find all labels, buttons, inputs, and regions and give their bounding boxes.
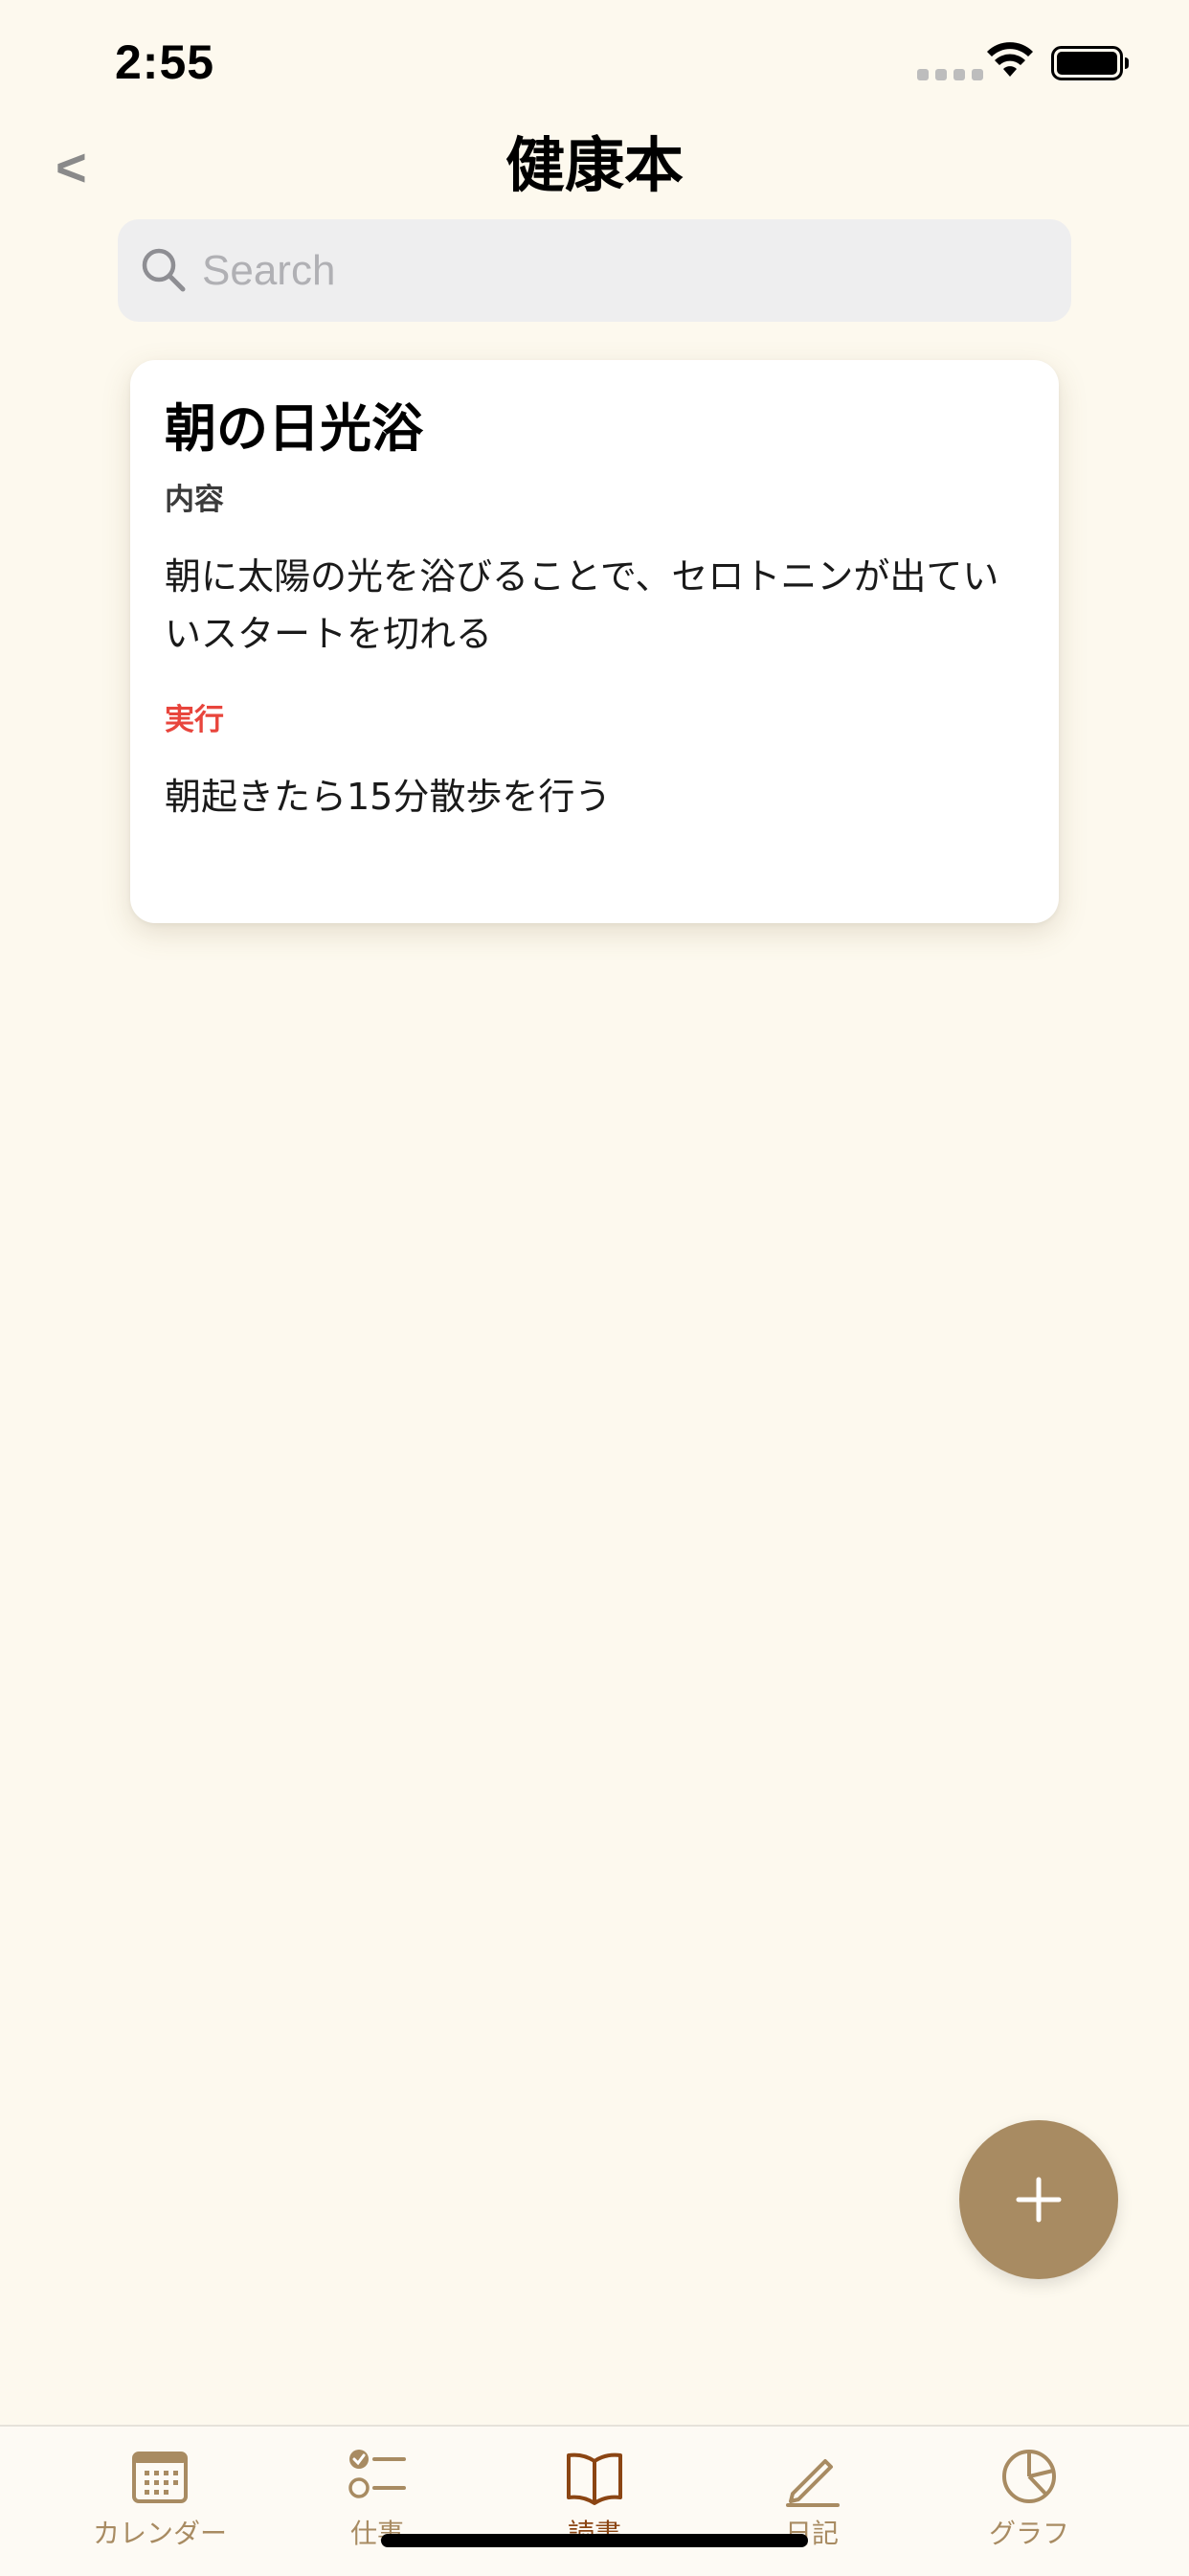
tab-diary[interactable]: 日記: [693, 2427, 931, 2576]
status-bar: 2:55: [0, 0, 1189, 128]
plus-icon: [1016, 2177, 1062, 2223]
tab-graph[interactable]: グラフ: [910, 2427, 1148, 2576]
content-text: 朝に太陽の光を浴びることで、セロトニンが出ていいスタートを切れる: [165, 555, 999, 655]
tab-work[interactable]: 仕事: [258, 2427, 496, 2576]
tab-label: グラフ: [988, 2518, 1069, 2549]
card-title: 朝の日光浴: [165, 398, 423, 459]
book-icon: [567, 2452, 622, 2505]
page-title: 健康本: [505, 130, 684, 200]
tab-reading[interactable]: 読書: [476, 2427, 713, 2576]
action-label: 実行: [165, 703, 224, 737]
add-button[interactable]: [959, 2120, 1118, 2279]
checklist-icon: [348, 2450, 406, 2498]
tab-bar: カレンダー 仕事 読書 日記 グラフ: [0, 2425, 1189, 2576]
pie-chart-icon: [1002, 2450, 1056, 2503]
search-bar[interactable]: [118, 219, 1071, 322]
tab-label: カレンダー: [92, 2518, 227, 2549]
search-icon: [142, 248, 186, 292]
action-text: 朝起きたら15分散歩を行う: [165, 776, 612, 818]
pencil-icon: [786, 2459, 840, 2507]
book-note-card[interactable]: 朝の日光浴 内容 朝に太陽の光を浴びることで、セロトニンが出ていいスタートを切れ…: [130, 360, 1059, 923]
status-time: 2:55: [115, 35, 215, 89]
wifi-icon: [987, 42, 1033, 77]
content-label: 内容: [165, 483, 224, 517]
calendar-icon: [132, 2452, 188, 2503]
battery-icon: [1051, 46, 1129, 80]
cellular-signal-icon: [917, 69, 983, 80]
home-indicator: [381, 2534, 808, 2547]
tab-calendar[interactable]: カレンダー: [41, 2427, 279, 2576]
search-input[interactable]: [202, 219, 1044, 322]
